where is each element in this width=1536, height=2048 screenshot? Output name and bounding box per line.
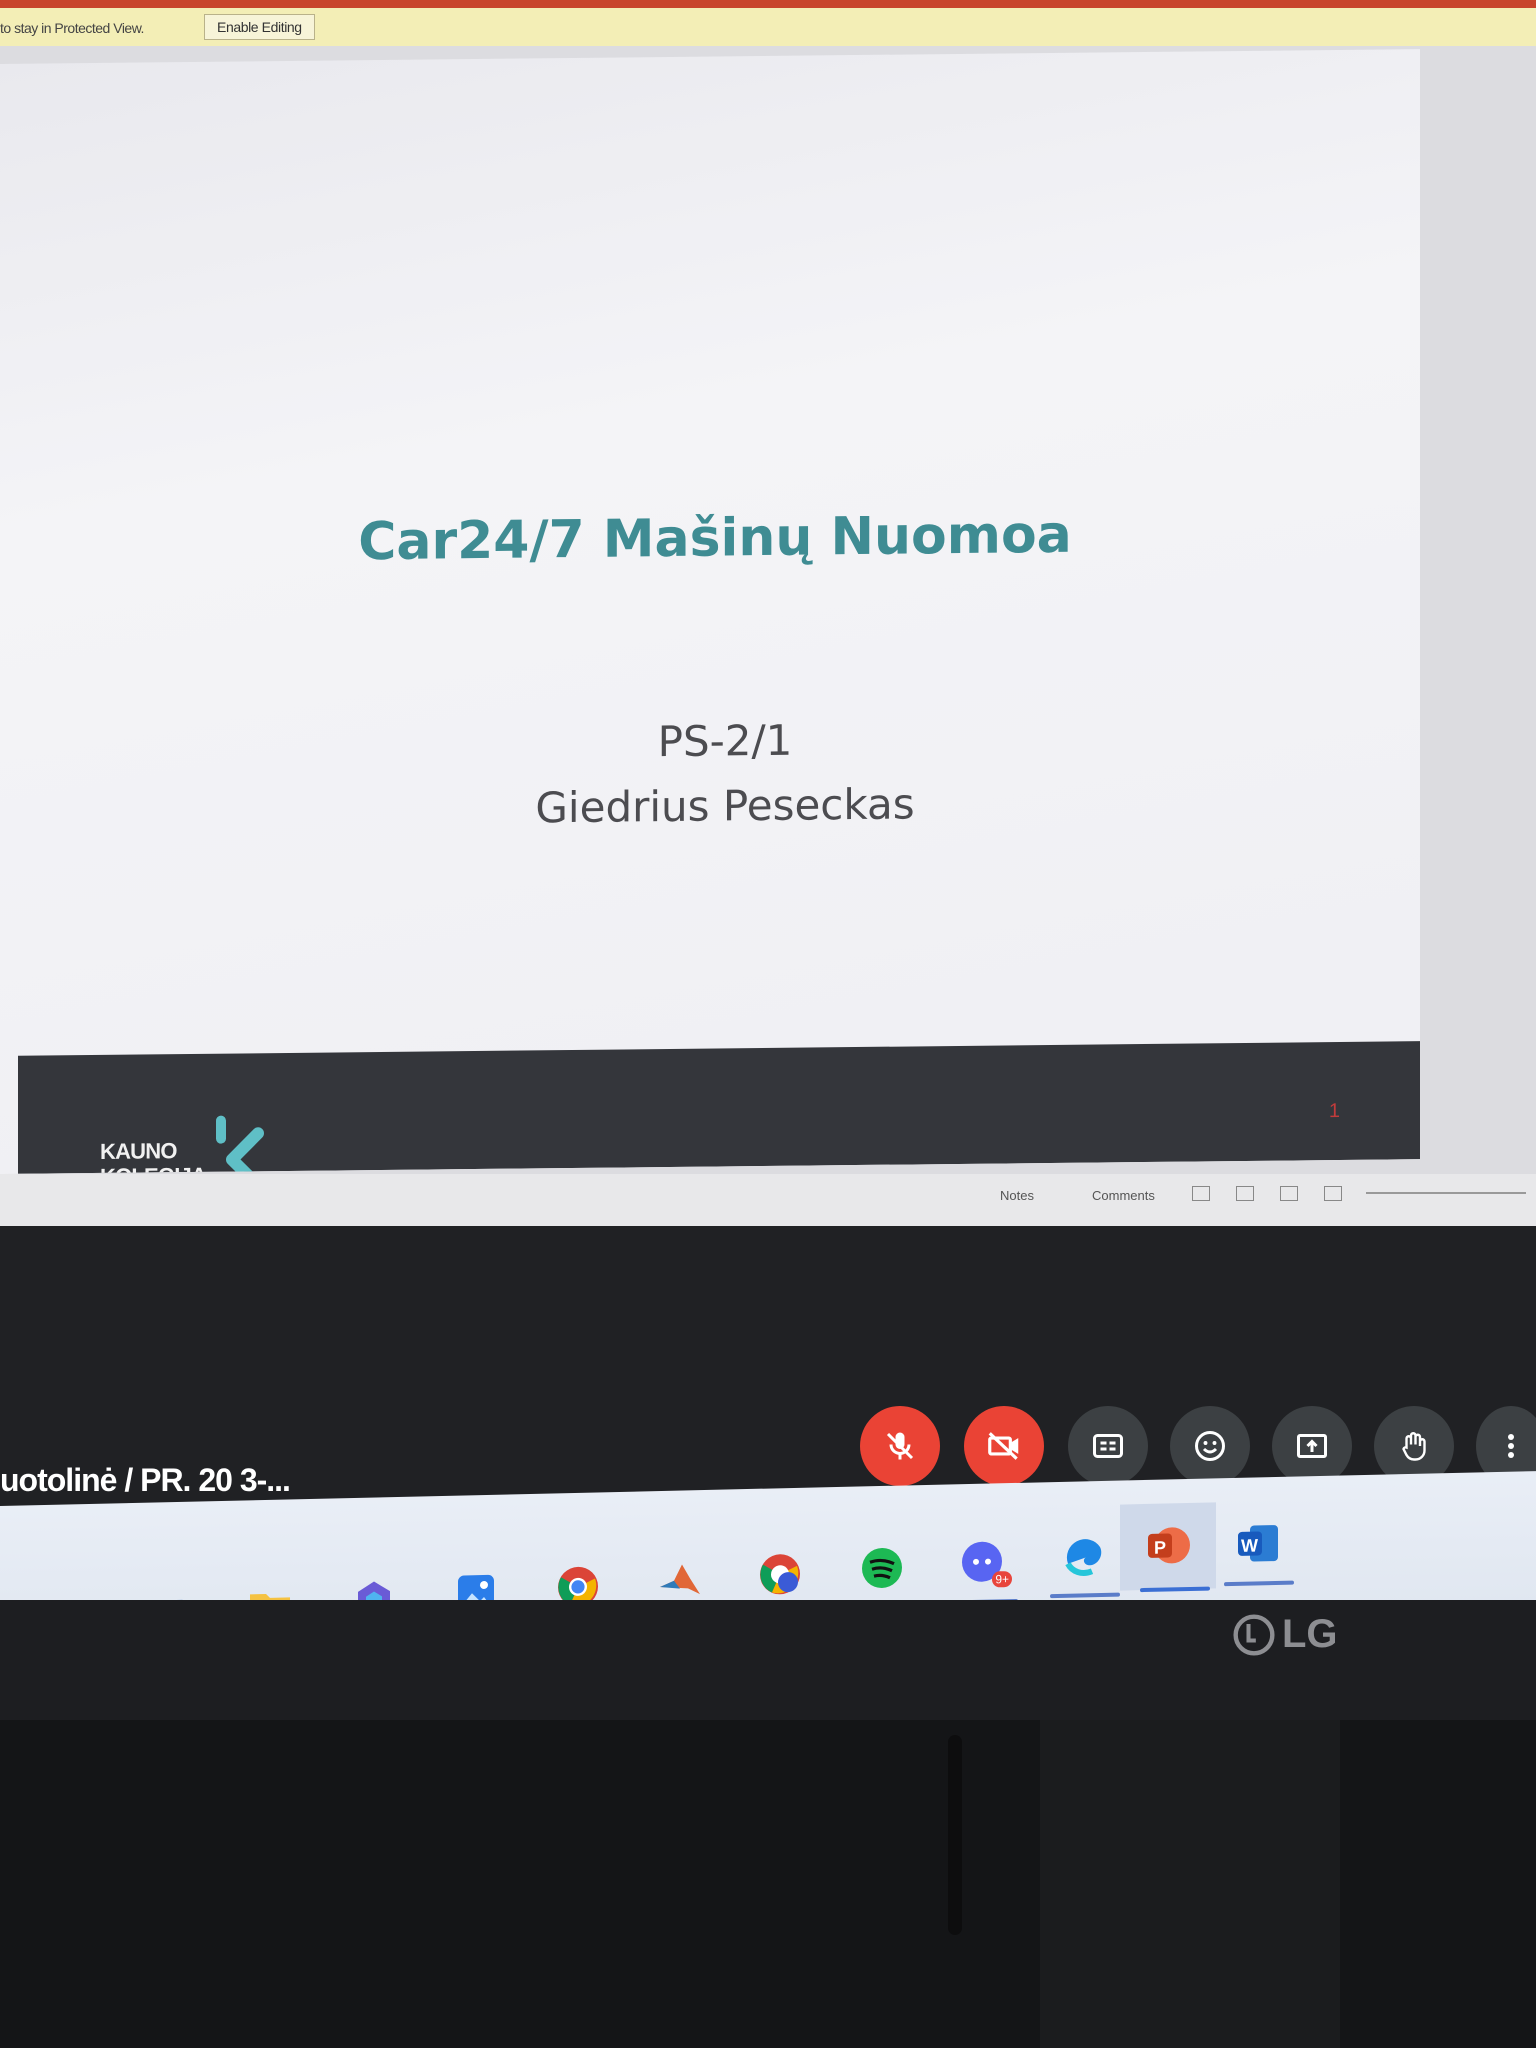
powerpoint-icon: P — [1148, 1527, 1190, 1564]
svg-text:W: W — [1241, 1535, 1258, 1555]
camera-toggle-button[interactable] — [964, 1406, 1044, 1486]
enable-editing-button[interactable]: Enable Editing — [204, 14, 315, 40]
logo-line-2: KOLEGIJA — [100, 1163, 206, 1174]
kauno-kolegija-logo: KAUNO KOLEGIJA — [100, 1138, 206, 1174]
mic-off-icon — [886, 1432, 914, 1460]
active-app-indicator — [1140, 1586, 1210, 1593]
slide: Car24/7 Mašinų Nuomoa PS-2/1 Giedrius Pe… — [0, 49, 1420, 1174]
protected-view-bar: to stay in Protected View. Enable Editin… — [0, 8, 1536, 47]
powerpoint-taskbar-slot[interactable]: P — [1120, 1502, 1216, 1591]
lg-emblem-icon — [1233, 1613, 1275, 1656]
matlab-icon[interactable] — [656, 1556, 704, 1605]
logo-k-mark-icon — [216, 1115, 264, 1174]
slide-title: Car24/7 Mašinų Nuomoa — [358, 504, 1072, 573]
slide-subtitle-group: PS-2/1 — [657, 715, 793, 767]
reactions-button[interactable] — [1170, 1406, 1250, 1486]
monitor-brand-text: LG — [1282, 1612, 1338, 1656]
captions-icon — [1093, 1434, 1123, 1458]
notes-button[interactable]: Notes — [1000, 1188, 1034, 1203]
slideshow-icon[interactable] — [1324, 1186, 1342, 1201]
present-screen-icon — [1297, 1434, 1327, 1458]
more-vert-icon — [1508, 1434, 1514, 1458]
slide-editor-area: Car24/7 Mašinų Nuomoa PS-2/1 Giedrius Pe… — [0, 46, 1536, 1226]
edge-like-app-icon[interactable] — [1060, 1531, 1108, 1580]
raise-hand-icon — [1402, 1432, 1426, 1461]
discord-icon[interactable]: 9+ — [958, 1537, 1012, 1588]
slide-subtitle-author: Giedrius Peseckas — [535, 779, 915, 833]
zoom-slider[interactable] — [1366, 1192, 1526, 1194]
normal-view-icon[interactable] — [1192, 1186, 1210, 1201]
slide-sorter-icon[interactable] — [1236, 1186, 1254, 1201]
chrome-profile-icon[interactable] — [756, 1550, 804, 1599]
svg-text:P: P — [1154, 1538, 1166, 1558]
comments-button[interactable]: Comments — [1092, 1188, 1155, 1203]
word-icon[interactable]: W — [1234, 1519, 1282, 1568]
ppt-status-bar: Notes Comments — [0, 1174, 1536, 1226]
monitor-stand — [1040, 1720, 1340, 2048]
monitor-screen: to stay in Protected View. Enable Editin… — [0, 0, 1536, 1660]
ppt-title-strip — [0, 0, 1536, 8]
active-app-indicator — [1050, 1592, 1120, 1599]
slide-number: 1 — [1328, 1099, 1340, 1123]
microphone-toggle-button[interactable] — [860, 1406, 940, 1486]
meeting-title: uotolinė / PR. 20 3-... — [0, 1462, 291, 1498]
notification-badge: 9+ — [992, 1571, 1012, 1588]
captions-button[interactable] — [1068, 1406, 1148, 1486]
protected-view-message: to stay in Protected View. — [0, 20, 144, 36]
spotify-icon[interactable] — [858, 1543, 906, 1592]
slide-footer-band: KAUNO KOLEGIJA 1 — [18, 1041, 1420, 1174]
present-now-button[interactable] — [1272, 1406, 1352, 1486]
active-app-indicator — [1224, 1580, 1294, 1587]
reading-view-icon[interactable] — [1280, 1186, 1298, 1201]
lg-logo: LG — [1232, 1612, 1338, 1657]
camera-off-icon — [988, 1432, 1019, 1460]
emoji-icon — [1195, 1431, 1225, 1461]
logo-line-1: KAUNO — [100, 1138, 177, 1164]
monitor-cable — [948, 1735, 962, 1935]
